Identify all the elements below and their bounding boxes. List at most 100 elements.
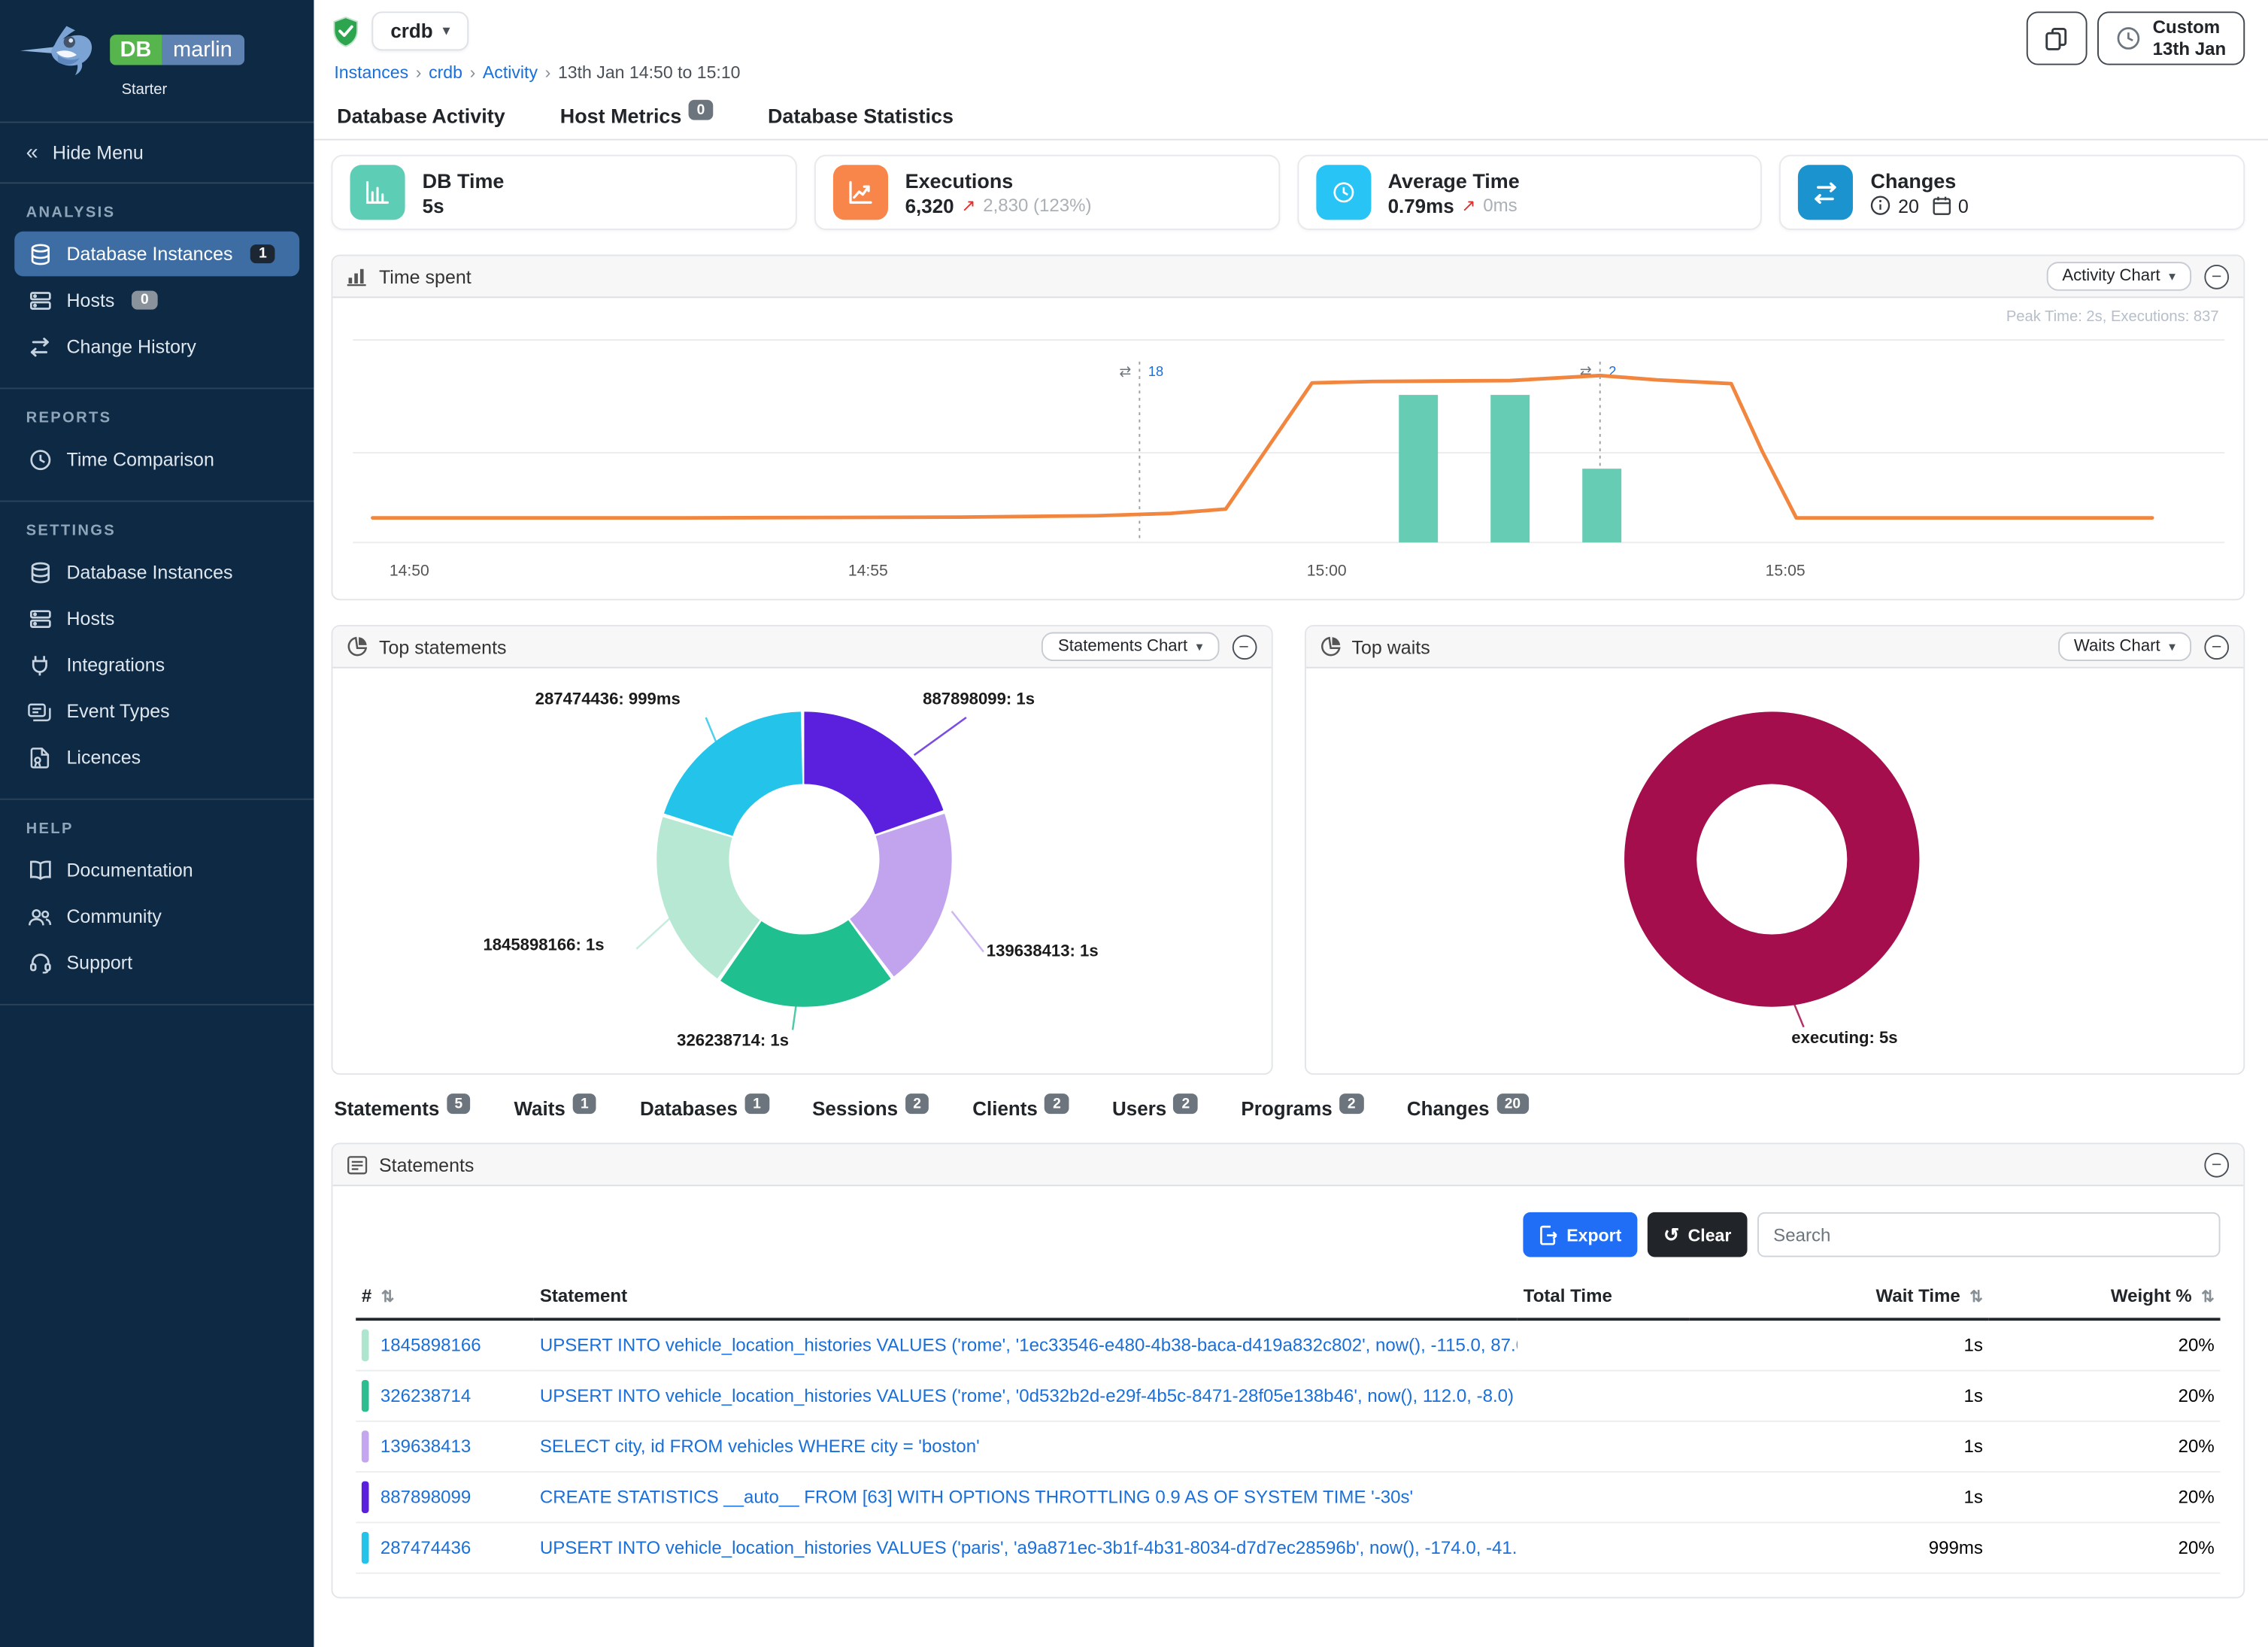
tab-label: Users [1112, 1098, 1166, 1120]
svg-text:15:05: 15:05 [1766, 563, 1806, 580]
dbmarlin-app: DBmarlin Starter « Hide Menu ANALYSISDat… [0, 0, 2268, 1647]
count-badge: 2 [1174, 1093, 1198, 1114]
sidebar-item-change-history[interactable]: Change History [14, 324, 299, 369]
statement-sql-link[interactable]: CREATE STATISTICS __auto__ FROM [63] WIT… [540, 1487, 1413, 1507]
collapse-panel-icon[interactable]: − [2204, 264, 2229, 289]
tab-users[interactable]: Users2 [1112, 1098, 1198, 1128]
copy-link-button[interactable] [2027, 11, 2088, 65]
sidebar-item-label: Database Instances [66, 561, 232, 583]
sidebar-section-settings: SETTINGSDatabase InstancesHostsIntegrati… [0, 502, 314, 799]
table-toolbar: Export ↺ Clear [356, 1212, 2220, 1257]
waits-chart-label: Waits Chart [2074, 638, 2160, 655]
statements-chart-select[interactable]: Statements Chart ▾ [1042, 632, 1219, 661]
waits-donut-chart[interactable]: executing: 5s [1305, 669, 2243, 1074]
tab-database-activity[interactable]: Database Activity [334, 91, 508, 138]
sidebar: DBmarlin Starter « Hide Menu ANALYSISDat… [0, 0, 314, 1647]
logo[interactable]: DBmarlin Starter [0, 0, 314, 107]
sidebar-item-database-instances[interactable]: Database Instances [14, 550, 299, 595]
support-icon [28, 951, 53, 975]
donut-segment-label: 887898099: 1s [923, 691, 1035, 708]
hide-menu-button[interactable]: « Hide Menu [0, 122, 314, 184]
trend-up-icon: ↗ [1461, 196, 1475, 216]
sidebar-item-hosts[interactable]: Hosts0 [14, 278, 299, 323]
calendar-icon[interactable] [1932, 196, 1951, 216]
sidebar-item-hosts[interactable]: Hosts [14, 596, 299, 641]
topbar: crdb ▾ Instances›crdb›Activity›13th Jan … [314, 0, 2268, 91]
sidebar-item-integrations[interactable]: Integrations [14, 642, 299, 687]
clear-button[interactable]: ↺ Clear [1648, 1212, 1748, 1257]
search-input[interactable] [1757, 1212, 2221, 1257]
sidebar-item-community[interactable]: Community [14, 894, 299, 939]
plug-icon [28, 652, 53, 677]
count-badge: 20 [1496, 1093, 1529, 1114]
statement-id-link[interactable]: 887898099 [381, 1487, 471, 1507]
statement-sql-link[interactable]: UPSERT INTO vehicle_location_histories V… [540, 1538, 1518, 1558]
sidebar-item-database-instances[interactable]: Database Instances1 [14, 232, 299, 277]
book-icon [28, 858, 53, 883]
statement-id-link[interactable]: 287474436 [381, 1538, 471, 1558]
statement-sql-link[interactable]: UPSERT INTO vehicle_location_histories V… [540, 1335, 1518, 1355]
table-row: 887898099 CREATE STATISTICS __auto__ FROM… [356, 1472, 2220, 1522]
tab-database-statistics[interactable]: Database Statistics [765, 91, 957, 138]
statements-table: # ⇅StatementTotal TimeWait Time ⇅Weight … [356, 1277, 2220, 1573]
sidebar-item-time-comparison[interactable]: Time Comparison [14, 437, 299, 482]
sidebar-section-title: HELP [14, 820, 299, 847]
collapse-panel-icon[interactable]: − [1232, 634, 1257, 659]
sidebar-section-help: HELP Documentation CommunitySupport [0, 800, 314, 1005]
weight-value: 20% [1989, 1319, 2221, 1370]
tab-statements[interactable]: Statements5 [334, 1098, 470, 1128]
tab-programs[interactable]: Programs2 [1241, 1098, 1363, 1128]
statements-donut-chart[interactable]: 887898099: 1s139638413: 1s326238714: 1s1… [332, 669, 1270, 1074]
weight-value: 20% [1989, 1421, 2221, 1472]
statement-sql-link[interactable]: SELECT city, id FROM vehicles WHERE city… [540, 1436, 980, 1457]
breadcrumb-activity[interactable]: Activity [483, 62, 538, 83]
statement-id-link[interactable]: 326238714 [381, 1386, 471, 1406]
tab-databases[interactable]: Databases1 [640, 1098, 769, 1128]
people-icon [28, 904, 53, 929]
sidebar-item-event-types[interactable]: Event Types [14, 689, 299, 734]
instance-selector[interactable]: crdb ▾ [371, 11, 468, 50]
collapse-panel-icon[interactable]: − [2204, 634, 2229, 659]
tab-clients[interactable]: Clients2 [972, 1098, 1069, 1128]
clock-icon [2117, 26, 2142, 51]
breadcrumb-separator: › [545, 62, 551, 83]
metric-card-changes[interactable]: Changes200 [1779, 155, 2245, 230]
tab-label: Database Statistics [768, 104, 954, 127]
statement-id-link[interactable]: 139638413 [381, 1436, 471, 1457]
breadcrumb-instances[interactable]: Instances [334, 62, 408, 83]
column-header-wait-time[interactable]: Wait Time ⇅ [1690, 1277, 1989, 1319]
count-badge: 2 [905, 1093, 929, 1114]
event-count: 0 [1958, 195, 1969, 217]
statement-id-link[interactable]: 1845898166 [381, 1335, 481, 1355]
column-header--[interactable]: # ⇅ [356, 1277, 534, 1319]
metric-card-average-time[interactable]: Average Time0.79ms↗0ms [1296, 155, 1762, 230]
tab-sessions[interactable]: Sessions2 [812, 1098, 929, 1128]
tab-changes[interactable]: Changes20 [1407, 1098, 1529, 1128]
weight-value: 20% [1989, 1522, 2221, 1573]
breadcrumb-crdb[interactable]: crdb [429, 62, 462, 83]
time-range-button[interactable]: Custom 13th Jan [2098, 11, 2245, 65]
metric-card-db-time[interactable]: DB Time5s [331, 155, 796, 230]
sidebar-item-label: Documentation [66, 860, 193, 881]
sidebar-item-licences[interactable]: Licences [14, 735, 299, 780]
tab-label: Sessions [812, 1098, 898, 1120]
metric-card-executions[interactable]: Executions6,320↗2,830 (123%) [814, 155, 1279, 230]
waits-chart-select[interactable]: Waits Chart ▾ [2058, 632, 2191, 661]
collapse-panel-icon[interactable]: − [2204, 1152, 2229, 1177]
info-icon[interactable] [1871, 196, 1891, 216]
sidebar-item-support[interactable]: Support [14, 940, 299, 985]
statement-sql-link[interactable]: UPSERT INTO vehicle_location_histories V… [540, 1386, 1514, 1406]
export-button[interactable]: Export [1524, 1212, 1638, 1257]
sidebar-item-documentation[interactable]: Documentation [14, 848, 299, 893]
time-spent-chart[interactable]: Peak Time: 2s, Executions: 837⇄18⇄214:50… [332, 298, 2243, 599]
metric-value: 5s [423, 195, 505, 217]
activity-chart-select[interactable]: Activity Chart ▾ [2046, 262, 2191, 290]
chevron-down-icon: ▾ [2169, 638, 2176, 654]
tab-host-metrics[interactable]: Host Metrics0 [557, 91, 716, 138]
chevron-down-icon: ▾ [1196, 638, 1203, 654]
sort-icon: ⇅ [1969, 1289, 1983, 1306]
tab-waits[interactable]: Waits1 [514, 1098, 596, 1128]
sidebar-section-title: REPORTS [14, 409, 299, 435]
column-header-weight-[interactable]: Weight % ⇅ [1989, 1277, 2221, 1319]
weight-value: 20% [1989, 1472, 2221, 1522]
